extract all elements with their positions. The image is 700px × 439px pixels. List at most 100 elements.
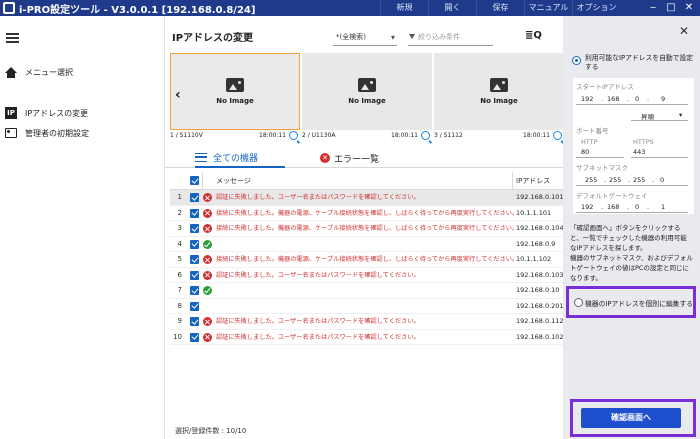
image-placeholder-icon	[358, 78, 376, 92]
row-checkbox[interactable]	[190, 301, 199, 311]
maximize-button[interactable]: □	[662, 0, 680, 16]
table-body: 1 認証に失敗しました。ユーザー名またはパスワードを確認してください。 192.16…	[170, 190, 564, 345]
http-port-field[interactable]: 80	[581, 148, 589, 156]
row-number: 2	[177, 208, 182, 217]
camera-card[interactable]: No Image 3 / S1112 18:00:11	[434, 53, 564, 146]
row-checkbox[interactable]	[190, 286, 199, 295]
menu-save[interactable]: 保存	[476, 0, 524, 16]
menu-manual[interactable]: マニュアル	[524, 0, 572, 16]
row-ip-address: 192.168.0.103	[516, 270, 564, 279]
title-menu: 新規 開く 保存 マニュアル オプション	[380, 0, 620, 16]
error-icon: ✕	[320, 153, 330, 163]
octet-dot: .	[652, 176, 655, 184]
gateway-octet[interactable]: 168	[607, 203, 619, 211]
table-row[interactable]: 8 192.168.0.201	[170, 299, 564, 314]
subnet-octet[interactable]: 255	[633, 176, 645, 184]
row-number: 4	[177, 239, 182, 248]
tab-error-list[interactable]: ✕ エラー一覧	[320, 148, 410, 168]
row-checkbox[interactable]	[190, 270, 199, 280]
sidebar-item-ip-change[interactable]: IP IPアドレスの変更	[0, 104, 165, 122]
start-ip-octet[interactable]: 192	[581, 95, 593, 103]
menu-open[interactable]: 開く	[428, 0, 476, 16]
table-row[interactable]: 10 認証に失敗しました。ユーザー名またはパスワードを確認してください。 192.1…	[170, 330, 564, 345]
camera-cards: No Image 1 / S1110V 18:00:11 ‹ No Image …	[165, 53, 564, 153]
row-checkbox[interactable]	[190, 317, 199, 326]
hint-paragraph: 「確認画面へ」ボタンをクリックすると、一覧でチェックした機器の利用可能なIPアド…	[570, 224, 687, 252]
prev-arrow-icon[interactable]: ‹	[175, 87, 181, 103]
table-row[interactable]: 3 接続に失敗しました。機器の電源、ケーブル接続状態を確認し、しばらく待ってから再…	[170, 221, 564, 237]
row-checkbox[interactable]	[190, 255, 199, 264]
no-image-text: No Image	[480, 97, 518, 105]
sidebar-item-admin-init[interactable]: 管理者の初期設定	[0, 124, 165, 142]
zoom-icon[interactable]	[553, 131, 562, 140]
camera-card[interactable]: No Image 2 / U1130A 18:00:11	[302, 53, 432, 146]
filter-select[interactable]: *(全検索)	[333, 30, 397, 46]
title-bar: i-PRO設定ツール - V3.0.0.1 [192.168.0.8/24] 新…	[0, 0, 700, 16]
view-mode-icon[interactable]: ≣Q	[525, 30, 542, 41]
zoom-icon[interactable]	[289, 131, 298, 140]
error-status-icon	[203, 317, 212, 326]
error-status-icon	[203, 255, 212, 264]
tab-all-devices[interactable]: 全ての機器	[195, 148, 285, 168]
camera-card[interactable]: No Image 1 / S1110V 18:00:11	[170, 53, 300, 146]
subnet-octet[interactable]: 255	[609, 176, 621, 184]
home-icon	[5, 66, 17, 78]
filter-icon	[409, 34, 415, 39]
row-checkbox[interactable]	[190, 239, 199, 249]
table-row[interactable]: 5 接続に失敗しました。機器の電源、ケーブル接続状態を確認し、しばらく待ってから再…	[170, 252, 563, 268]
individual-ip-radio[interactable]	[574, 298, 583, 307]
auto-ip-settings: スタートIPアドレス 192 . 168 . 0 . 9 昇順 ▾ ポート番号 …	[573, 78, 694, 214]
table-row[interactable]: 7 192.168.0.10	[170, 283, 563, 299]
row-ip-address: 192.168.0.201	[516, 301, 564, 310]
octet-dot: .	[601, 95, 604, 103]
row-ip-address: 10.1.1.102	[516, 255, 552, 263]
octet-dot: .	[647, 203, 650, 211]
select-all-checkbox[interactable]	[190, 176, 199, 185]
row-checkbox[interactable]	[190, 208, 199, 218]
subnet-octet[interactable]: 255	[585, 176, 597, 184]
menu-options[interactable]: オプション	[572, 0, 620, 16]
error-status-icon	[203, 208, 212, 218]
menu-new[interactable]: 新規	[380, 0, 428, 16]
start-ip-octet[interactable]: 0	[635, 95, 639, 103]
https-label: HTTPS	[633, 138, 654, 146]
close-window-button[interactable]: ✕	[680, 0, 698, 16]
row-number: 9	[177, 317, 182, 325]
https-port-field[interactable]: 443	[633, 148, 645, 156]
row-ip-address: 192.168.0.9	[516, 239, 556, 248]
table-row[interactable]: 1 認証に失敗しました。ユーザー名またはパスワードを確認してください。 192.16…	[170, 190, 564, 206]
field-underline	[576, 157, 624, 158]
camera-label: 1 / S1110V	[170, 132, 203, 139]
error-status-icon	[203, 332, 212, 342]
table-row[interactable]: 6 認証に失敗しました。ユーザー名またはパスワードを確認してください。 192.16…	[170, 268, 564, 283]
zoom-icon[interactable]	[421, 131, 430, 140]
filter-input[interactable]: 絞り込み条件	[408, 30, 493, 46]
subnet-octet[interactable]: 0	[660, 176, 664, 184]
row-checkbox[interactable]	[190, 193, 199, 202]
gateway-octet[interactable]: 1	[661, 203, 665, 211]
confirm-button[interactable]: 確認画面へ	[581, 408, 681, 428]
gateway-octet[interactable]: 192	[581, 203, 593, 211]
list-icon	[195, 152, 207, 162]
close-panel-icon[interactable]: ✕	[679, 24, 689, 38]
minimize-button[interactable]: ‒	[644, 0, 662, 16]
start-ip-octet[interactable]: 9	[661, 95, 665, 103]
table-row[interactable]: 4 192.168.0.9	[170, 237, 563, 252]
hint-paragraph: 機器のサブネットマスク、およびデフォルトゲートウェイの値はPCの設定と同じになり…	[570, 254, 693, 282]
table-row[interactable]: 2 接続に失敗しました。機器の電源、ケーブル接続状態を確認し、しばらく待ってから再…	[170, 206, 563, 221]
camera-thumbnail: No Image	[434, 53, 564, 130]
start-ip-label: スタートIPアドレス	[576, 83, 634, 91]
row-checkbox[interactable]	[190, 332, 199, 342]
row-checkbox[interactable]	[190, 224, 199, 233]
row-number: 5	[177, 255, 182, 263]
octet-dot: .	[628, 176, 631, 184]
hamburger-menu-icon[interactable]	[6, 33, 19, 43]
gateway-octet[interactable]: 0	[635, 203, 639, 211]
auto-ip-radio[interactable]	[572, 56, 581, 65]
table-row[interactable]: 9 認証に失敗しました。ユーザー名またはパスワードを確認してください。 192.16…	[170, 314, 564, 330]
start-ip-octet[interactable]: 168	[607, 95, 619, 103]
individual-ip-option[interactable]: 機器のIPアドレスを個別に編集する	[566, 286, 696, 318]
row-ip-address: 10.1.1.101	[516, 208, 552, 217]
camera-time: 18:00:11	[391, 132, 418, 139]
sidebar-item-menu-select[interactable]: メニュー選択	[0, 63, 165, 81]
